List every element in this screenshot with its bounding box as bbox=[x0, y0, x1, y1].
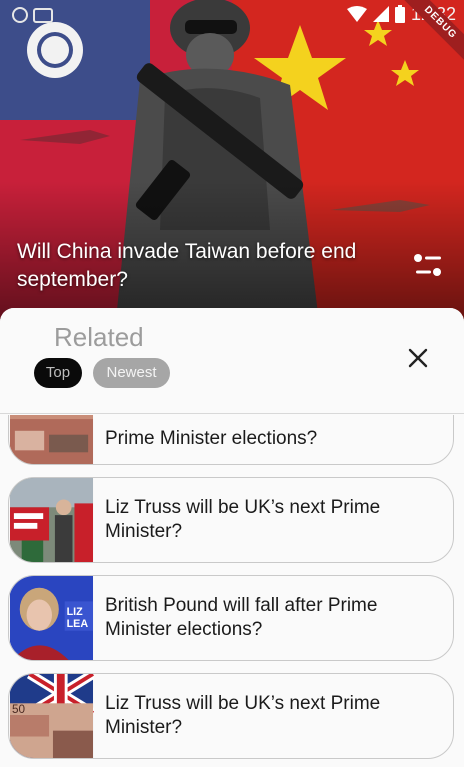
related-card-title: Liz Truss will be UK’s next Prime Minist… bbox=[105, 497, 381, 542]
chip-top[interactable]: Top bbox=[34, 358, 82, 388]
svg-text:50: 50 bbox=[12, 703, 26, 716]
wifi-icon bbox=[346, 6, 367, 22]
chip-newest[interactable]: Newest bbox=[93, 358, 170, 388]
protest-crowd-image bbox=[9, 478, 94, 562]
pound-notes-image bbox=[9, 415, 94, 464]
related-card-title: Prime Minister elections? bbox=[105, 427, 318, 449]
related-card-title: British Pound will fall after Prime Mini… bbox=[105, 595, 378, 640]
cell-signal-icon bbox=[372, 6, 389, 22]
close-icon[interactable] bbox=[404, 344, 432, 372]
related-card[interactable]: Prime Minister elections? bbox=[8, 415, 454, 465]
status-bar: 12:32 DEBUG bbox=[0, 0, 464, 65]
sheet-title: Related bbox=[54, 322, 144, 352]
svg-text:LIZ: LIZ bbox=[67, 606, 84, 618]
hero-banner: 12:32 DEBUG Will China invade Taiwan bef… bbox=[0, 0, 464, 330]
sheet-header: Related Top Newest bbox=[0, 308, 464, 414]
related-list[interactable]: Prime Minister elections? Liz Truss will… bbox=[0, 415, 464, 767]
filter-icon[interactable] bbox=[408, 248, 448, 284]
battery-icon bbox=[394, 5, 405, 23]
status-left-icons bbox=[12, 7, 53, 23]
related-card[interactable]: 50 Liz Truss will be UK’s next Prime Min… bbox=[8, 673, 454, 759]
pound-union-jack-image: 50 bbox=[9, 674, 94, 758]
hero-title: Will China invade Taiwan before end sept… bbox=[17, 240, 357, 291]
svg-text:LEA: LEA bbox=[67, 618, 89, 630]
related-sheet: Related Top Newest Prime Minister electi… bbox=[0, 308, 464, 767]
liz-truss-portrait-image: LIZ LEA bbox=[9, 576, 94, 660]
related-card[interactable]: Liz Truss will be UK’s next Prime Minist… bbox=[8, 477, 454, 563]
related-card-title: Liz Truss will be UK’s next Prime Minist… bbox=[105, 693, 381, 738]
related-card[interactable]: LIZ LEA British Pound will fall after Pr… bbox=[8, 575, 454, 661]
